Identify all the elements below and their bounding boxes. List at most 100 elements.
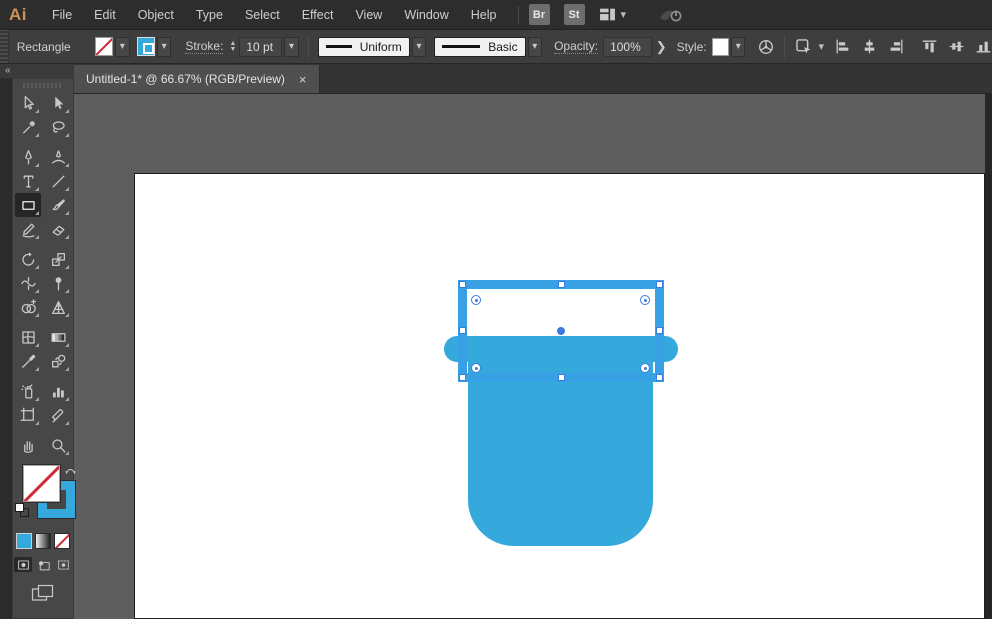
recolor-artwork-icon[interactable]	[757, 38, 775, 56]
stroke-weight-field[interactable]: 10 pt	[239, 36, 283, 57]
corner-widget[interactable]	[640, 295, 650, 305]
tool-rectangle[interactable]	[15, 193, 41, 217]
tool-artboard[interactable]	[15, 403, 41, 427]
opacity-panel-link[interactable]: Opacity:	[554, 39, 599, 54]
corner-widget[interactable]	[471, 295, 481, 305]
align-right-icon[interactable]	[888, 38, 905, 55]
color-mode-buttons	[16, 533, 70, 549]
tool-width[interactable]	[15, 271, 41, 295]
canvas-pasteboard	[74, 94, 992, 619]
handle-top-middle[interactable]	[558, 281, 565, 288]
corner-widget[interactable]	[640, 363, 650, 373]
fill-proxy-swatch[interactable]	[22, 464, 61, 503]
menu-type[interactable]: Type	[185, 0, 234, 30]
control-bar-grip[interactable]	[0, 30, 9, 63]
tool-slice[interactable]	[45, 403, 71, 427]
tool-mesh[interactable]	[15, 325, 41, 349]
tool-eyedropper[interactable]	[15, 349, 41, 373]
align-middle-v-icon[interactable]	[948, 38, 965, 55]
tool-lasso[interactable]	[45, 115, 71, 139]
document-tab-bar: Untitled-1* @ 66.67% (RGB/Preview) ×	[74, 64, 992, 94]
fill-color-swatch[interactable]	[94, 37, 114, 56]
draw-inside-button[interactable]	[54, 557, 72, 572]
brush-chevron[interactable]: ▾	[527, 36, 543, 57]
align-center-h-icon[interactable]	[861, 38, 878, 55]
opacity-field[interactable]: 100%	[603, 36, 652, 57]
menu-edit[interactable]: Edit	[83, 0, 127, 30]
stroke-color-swatch[interactable]	[136, 37, 155, 56]
tool-paintbrush[interactable]	[45, 193, 71, 217]
tool-curvature[interactable]	[45, 145, 71, 169]
menu-effect[interactable]: Effect	[291, 0, 345, 30]
tool-eraser[interactable]	[45, 217, 71, 241]
menu-select[interactable]: Select	[234, 0, 291, 30]
shape-menu-icon	[796, 39, 812, 54]
tool-line-segment[interactable]	[45, 169, 71, 193]
gradient-button[interactable]	[35, 533, 51, 549]
fill-dropdown-chevron[interactable]: ▾	[115, 36, 130, 57]
tab-close-icon[interactable]: ×	[299, 72, 307, 87]
style-chevron[interactable]: ▾	[730, 36, 746, 57]
stroke-dropdown-chevron[interactable]: ▾	[156, 36, 172, 57]
variable-width-chevron[interactable]: ▾	[411, 36, 427, 57]
handle-bottom-middle[interactable]	[558, 374, 565, 381]
tool-column-graph[interactable]	[45, 379, 71, 403]
menu-file[interactable]: File	[41, 0, 83, 30]
align-bottom-icon[interactable]	[975, 38, 992, 55]
tool-shaper[interactable]	[15, 217, 41, 241]
dock-collapse-button[interactable]: «	[0, 64, 74, 78]
none-button[interactable]	[54, 533, 70, 549]
align-left-icon[interactable]	[834, 38, 851, 55]
color-button[interactable]	[16, 533, 32, 549]
swap-fill-stroke-icon[interactable]	[64, 464, 77, 477]
panel-grip[interactable]	[23, 83, 63, 88]
tool-perspective-grid[interactable]	[45, 295, 71, 319]
tool-pen[interactable]	[15, 145, 41, 169]
stroke-weight-chevron[interactable]: ▾	[284, 36, 299, 57]
handle-top-left[interactable]	[459, 281, 466, 288]
tool-gradient[interactable]	[45, 325, 71, 349]
stroke-panel-link[interactable]: Stroke:	[185, 39, 224, 54]
tool-scale[interactable]	[45, 247, 71, 271]
stock-button[interactable]: St	[563, 4, 585, 25]
menu-window[interactable]: Window	[393, 0, 459, 30]
menu-view[interactable]: View	[344, 0, 393, 30]
tool-zoom[interactable]	[45, 433, 71, 457]
opacity-chevron-right-icon[interactable]: ❯	[652, 39, 671, 55]
style-swatch[interactable]	[711, 37, 729, 56]
style-label: Style:	[676, 39, 707, 54]
tool-rotate[interactable]	[15, 247, 41, 271]
handle-bottom-left[interactable]	[459, 374, 466, 381]
tool-selection[interactable]	[15, 91, 41, 115]
center-anchor-point[interactable]	[557, 327, 565, 335]
bridge-button[interactable]: Br	[528, 4, 550, 25]
handle-top-right[interactable]	[656, 281, 663, 288]
stroke-weight-stepper[interactable]: ▲ ▼	[229, 40, 236, 53]
workspace-switcher[interactable]: ▾	[599, 6, 626, 23]
align-buttons	[824, 38, 992, 55]
tool-shape-builder[interactable]	[15, 295, 41, 319]
tool-magic-wand[interactable]	[15, 115, 41, 139]
handle-middle-left[interactable]	[459, 327, 466, 334]
menu-object[interactable]: Object	[127, 0, 185, 30]
tool-blend[interactable]	[45, 349, 71, 373]
tool-type[interactable]	[15, 169, 41, 193]
tool-symbol-sprayer[interactable]	[15, 379, 41, 403]
default-fill-stroke-icon[interactable]	[15, 503, 29, 517]
shape-menu-button[interactable]: ▾	[794, 37, 824, 56]
draw-normal-button[interactable]	[14, 557, 32, 572]
handle-middle-right[interactable]	[656, 327, 663, 334]
menu-help[interactable]: Help	[460, 0, 508, 30]
document-tab[interactable]: Untitled-1* @ 66.67% (RGB/Preview) ×	[74, 65, 320, 93]
handle-bottom-right[interactable]	[656, 374, 663, 381]
tool-direct-selection[interactable]	[45, 91, 71, 115]
corner-widget[interactable]	[471, 363, 481, 373]
brush-dropdown[interactable]: Basic	[434, 36, 526, 57]
draw-behind-button[interactable]	[34, 557, 52, 572]
workspace-switcher-icon	[599, 8, 615, 21]
screen-mode-button[interactable]	[31, 584, 55, 602]
tool-hand[interactable]	[15, 433, 41, 457]
variable-width-dropdown[interactable]: Uniform	[317, 36, 410, 57]
tool-puppet-warp[interactable]	[45, 271, 71, 295]
align-top-icon[interactable]	[921, 38, 938, 55]
